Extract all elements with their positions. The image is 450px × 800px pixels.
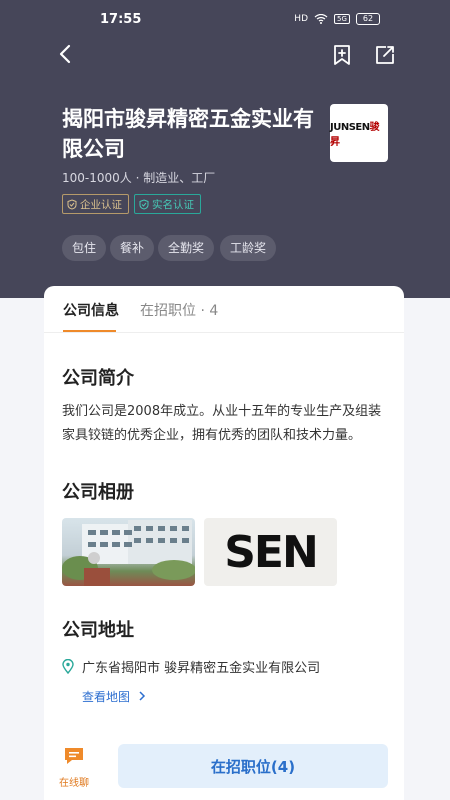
tab-open-jobs[interactable]: 在招职位 · 4	[140, 300, 218, 320]
album-title: 公司相册	[62, 482, 134, 503]
address-title: 公司地址	[62, 620, 134, 641]
company-verified-badge: 企业认证	[62, 194, 129, 214]
realname-verified-badge: 实名认证	[134, 194, 201, 214]
online-chat-button[interactable]: 在线聊	[56, 746, 92, 789]
benefit-tag: 工龄奖	[220, 235, 277, 261]
company-verified-label: 企业认证	[80, 198, 122, 211]
tab-divider	[44, 332, 404, 333]
benefit-tag: 包住	[62, 235, 107, 261]
location-pin-icon	[62, 659, 74, 674]
open-jobs-button[interactable]: 在招职位(4)	[118, 744, 388, 788]
online-chat-label: 在线聊	[59, 778, 89, 789]
share-icon[interactable]	[374, 44, 396, 66]
shield-icon	[67, 198, 77, 210]
intro-text: 我们公司是2008年成立。从业十五年的专业生产及组装家具铰链的优秀企业，拥有优秀…	[62, 404, 382, 443]
company-header: 17:55 HD 5G 62 揭阳市骏昇精密五金实业有限公司 JUNSEN骏昇 …	[0, 0, 450, 298]
benefit-tag: 餐补	[110, 235, 155, 261]
view-map-label: 查看地图	[82, 690, 131, 704]
address-text: 广东省揭阳市 骏昇精密五金实业有限公司	[82, 661, 321, 676]
chat-bubble-icon	[65, 748, 83, 764]
tab-company-info[interactable]: 公司信息	[63, 300, 119, 320]
benefit-tag: 全勤奖	[158, 235, 215, 261]
album-photo-logo[interactable]: SEN	[204, 518, 337, 586]
company-meta: 100-1000人 · 制造业、工厂	[62, 171, 216, 185]
battery-icon: 62	[356, 13, 380, 25]
intro-title: 公司简介	[62, 368, 134, 389]
signal-icon: 5G	[334, 14, 350, 24]
album-photo-logo-text: SEN	[224, 526, 319, 578]
status-time: 17:55	[100, 12, 142, 27]
address-row: 广东省揭阳市 骏昇精密五金实业有限公司	[62, 657, 320, 676]
company-name: 揭阳市骏昇精密五金实业有限公司	[62, 107, 314, 161]
shield-icon	[139, 198, 149, 210]
company-info-card: 公司信息 在招职位 · 4 公司简介 我们公司是2008年成立。从业十五年的专业…	[44, 286, 404, 800]
building-photo-graphic	[62, 520, 195, 586]
bookmark-add-icon[interactable]	[332, 44, 352, 66]
open-jobs-button-label: 在招职位(4)	[210, 757, 296, 776]
back-icon[interactable]	[56, 42, 76, 66]
bottom-action-bar: 在线聊 在招职位(4)	[44, 736, 404, 800]
status-icons: HD 5G 62	[294, 13, 380, 25]
logo-brand: JUNSEN	[330, 122, 370, 133]
chevron-right-icon	[139, 691, 145, 701]
view-map-link[interactable]: 查看地图	[82, 688, 146, 705]
company-logo: JUNSEN骏昇	[330, 104, 388, 162]
status-bar: 17:55 HD 5G 62	[0, 0, 450, 40]
album-photo-building[interactable]	[62, 518, 195, 586]
realname-verified-label: 实名认证	[152, 198, 194, 211]
hd-indicator: HD	[294, 14, 308, 24]
wifi-icon	[314, 14, 328, 24]
